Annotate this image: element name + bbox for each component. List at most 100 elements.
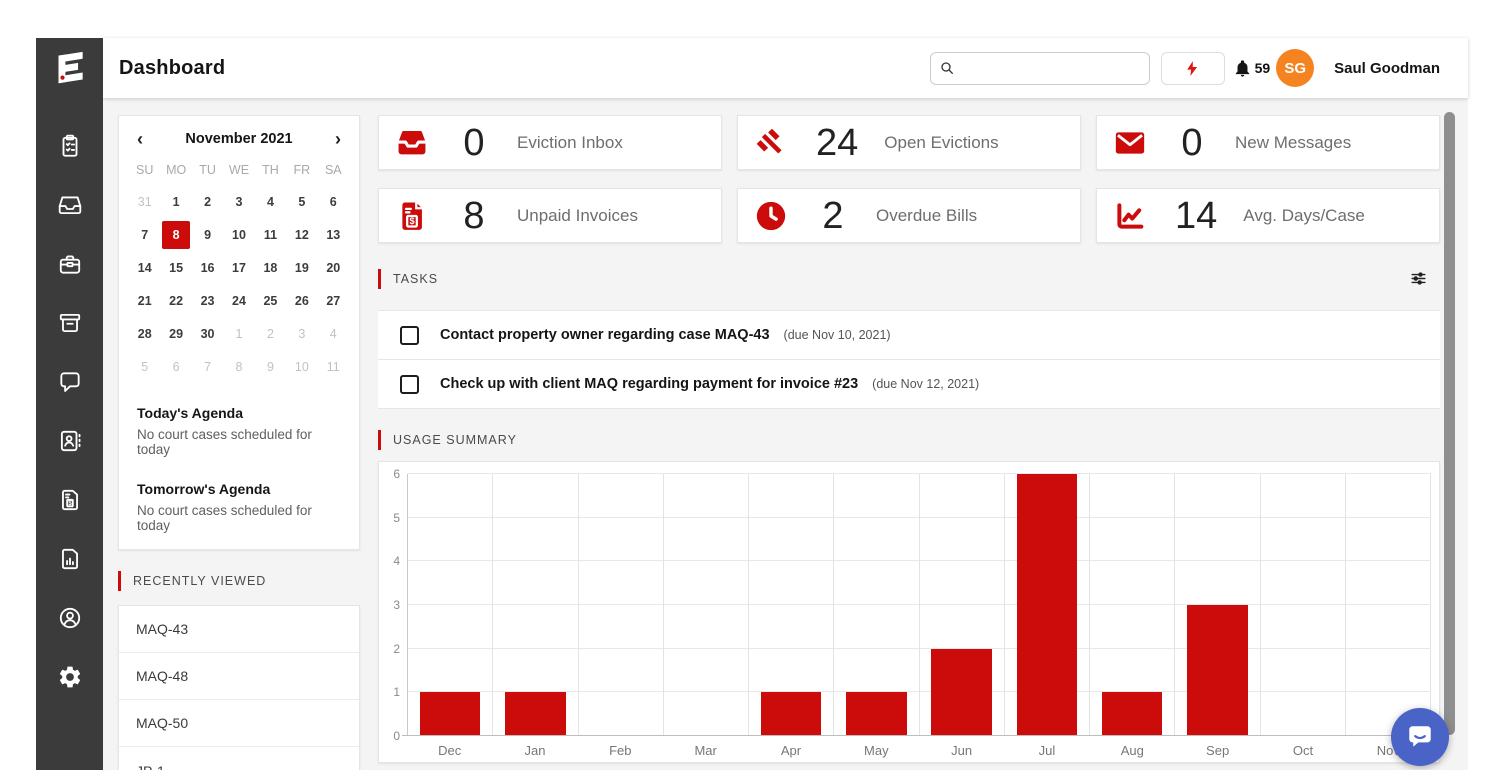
sidebar-item-tasks[interactable]: [57, 133, 83, 159]
calendar-next-button[interactable]: ›: [335, 130, 341, 148]
calendar-day[interactable]: 3: [225, 188, 253, 216]
calendar-card: ‹ November 2021 › SUMOTUWETHFRSA31123456…: [118, 115, 360, 550]
calendar-day[interactable]: 16: [194, 254, 222, 282]
calendar-day[interactable]: 5: [131, 353, 159, 381]
y-axis-tick-label: 0: [393, 730, 400, 742]
calendar-day[interactable]: 7: [131, 221, 159, 249]
vertical-scrollbar[interactable]: [1444, 112, 1455, 735]
sidebar-item-contacts[interactable]: [57, 428, 83, 454]
stat-card-eviction-inbox[interactable]: 0 Eviction Inbox: [378, 115, 722, 170]
stat-label: Overdue Bills: [876, 206, 977, 226]
calendar-day[interactable]: 11: [319, 353, 347, 381]
chart-bar-May[interactable]: [846, 692, 907, 736]
calendar-day[interactable]: 26: [288, 287, 316, 315]
calendar-day[interactable]: 9: [194, 221, 222, 249]
recently-viewed-item[interactable]: JP-1: [119, 747, 359, 770]
quick-actions-button[interactable]: [1161, 52, 1225, 85]
calendar-day[interactable]: 7: [194, 353, 222, 381]
x-axis-label: May: [834, 736, 919, 762]
calendar-day[interactable]: 9: [256, 353, 284, 381]
sidebar-item-cases[interactable]: [57, 251, 83, 277]
recently-viewed-item[interactable]: MAQ-48: [119, 653, 359, 700]
task-checkbox[interactable]: [400, 326, 419, 345]
calendar-day[interactable]: 23: [194, 287, 222, 315]
chart-bar-Dec[interactable]: [420, 692, 481, 736]
calendar-day[interactable]: 4: [256, 188, 284, 216]
sidebar-item-messages[interactable]: [57, 369, 83, 395]
calendar-day[interactable]: 3: [288, 320, 316, 348]
task-row[interactable]: Check up with client MAQ regarding payme…: [378, 360, 1440, 409]
calendar-day[interactable]: 12: [288, 221, 316, 249]
calendar-day[interactable]: 1: [225, 320, 253, 348]
chart-bar-Jan[interactable]: [505, 692, 566, 736]
search-input[interactable]: [961, 60, 1142, 76]
calendar-prev-button[interactable]: ‹: [137, 130, 143, 148]
calendar-day[interactable]: 5: [288, 188, 316, 216]
calendar-day[interactable]: 22: [162, 287, 190, 315]
task-checkbox[interactable]: [400, 375, 419, 394]
calendar-day[interactable]: 18: [256, 254, 284, 282]
sidebar-item-reports[interactable]: [57, 546, 83, 572]
tasks-label: TASKS: [393, 272, 438, 286]
calendar-day[interactable]: 14: [131, 254, 159, 282]
sidebar-item-inbox[interactable]: [57, 192, 83, 218]
tasks-header: TASKS: [378, 262, 1440, 295]
calendar-day[interactable]: 6: [319, 188, 347, 216]
calendar-day[interactable]: 11: [256, 221, 284, 249]
calendar-day-selected[interactable]: 8: [162, 221, 190, 249]
stat-card-open-evictions[interactable]: 24 Open Evictions: [737, 115, 1081, 170]
recently-viewed-label: RECENTLY VIEWED: [133, 574, 266, 588]
chart-bar-Sep[interactable]: [1187, 605, 1248, 736]
chart-bar-Jun[interactable]: [931, 649, 992, 736]
calendar-day[interactable]: 29: [162, 320, 190, 348]
chart-bar-Apr[interactable]: [761, 692, 822, 736]
calendar-day[interactable]: 1: [162, 188, 190, 216]
notifications-button[interactable]: 59: [1233, 59, 1271, 78]
calendar-day[interactable]: 2: [194, 188, 222, 216]
calendar-day[interactable]: 13: [319, 221, 347, 249]
tasks-filter-button[interactable]: [1409, 269, 1428, 288]
calendar-day[interactable]: 4: [319, 320, 347, 348]
recently-viewed-item[interactable]: MAQ-50: [119, 700, 359, 747]
stat-card-unpaid-invoices[interactable]: $ 8 Unpaid Invoices: [378, 188, 722, 243]
app-logo[interactable]: [47, 46, 93, 96]
sidebar-item-account[interactable]: [57, 605, 83, 631]
calendar-day[interactable]: 10: [288, 353, 316, 381]
avatar[interactable]: SG: [1276, 49, 1314, 87]
sidebar-item-invoices[interactable]: $: [57, 487, 83, 513]
sidebar-item-archive[interactable]: [57, 310, 83, 336]
usage-summary-label: USAGE SUMMARY: [393, 433, 517, 447]
chart-plot-area: 0123456: [383, 474, 1431, 736]
sidebar-item-settings[interactable]: [57, 664, 83, 690]
calendar-day[interactable]: 8: [225, 353, 253, 381]
calendar-day[interactable]: 20: [319, 254, 347, 282]
stat-card-overdue-bills[interactable]: 2 Overdue Bills: [737, 188, 1081, 243]
chart-column-Mar: [664, 474, 749, 736]
chart-bar-Aug[interactable]: [1102, 692, 1163, 736]
chart-column-Sep: [1175, 474, 1260, 736]
calendar-day[interactable]: 24: [225, 287, 253, 315]
search-box[interactable]: [930, 52, 1150, 85]
calendar-day[interactable]: 15: [162, 254, 190, 282]
calendar-day[interactable]: 19: [288, 254, 316, 282]
stat-card-avg-days-case[interactable]: 14 Avg. Days/Case: [1096, 188, 1440, 243]
chat-launcher-button[interactable]: [1391, 708, 1449, 766]
stat-card-new-messages[interactable]: 0 New Messages: [1096, 115, 1440, 170]
calendar-day[interactable]: 28: [131, 320, 159, 348]
calendar-day[interactable]: 25: [256, 287, 284, 315]
calendar-day[interactable]: 2: [256, 320, 284, 348]
recently-viewed-item[interactable]: MAQ-43: [119, 606, 359, 653]
task-due-date: (due Nov 10, 2021): [784, 328, 891, 342]
calendar-day[interactable]: 27: [319, 287, 347, 315]
calendar-day[interactable]: 30: [194, 320, 222, 348]
x-axis-label: Apr: [748, 736, 833, 762]
plot: [407, 474, 1431, 736]
task-row[interactable]: Contact property owner regarding case MA…: [378, 311, 1440, 360]
calendar-day[interactable]: 21: [131, 287, 159, 315]
calendar-day[interactable]: 31: [131, 188, 159, 216]
chart-bar-Jul[interactable]: [1017, 474, 1078, 736]
user-name: Saul Goodman: [1334, 60, 1440, 77]
calendar-day[interactable]: 6: [162, 353, 190, 381]
calendar-day[interactable]: 10: [225, 221, 253, 249]
calendar-day[interactable]: 17: [225, 254, 253, 282]
